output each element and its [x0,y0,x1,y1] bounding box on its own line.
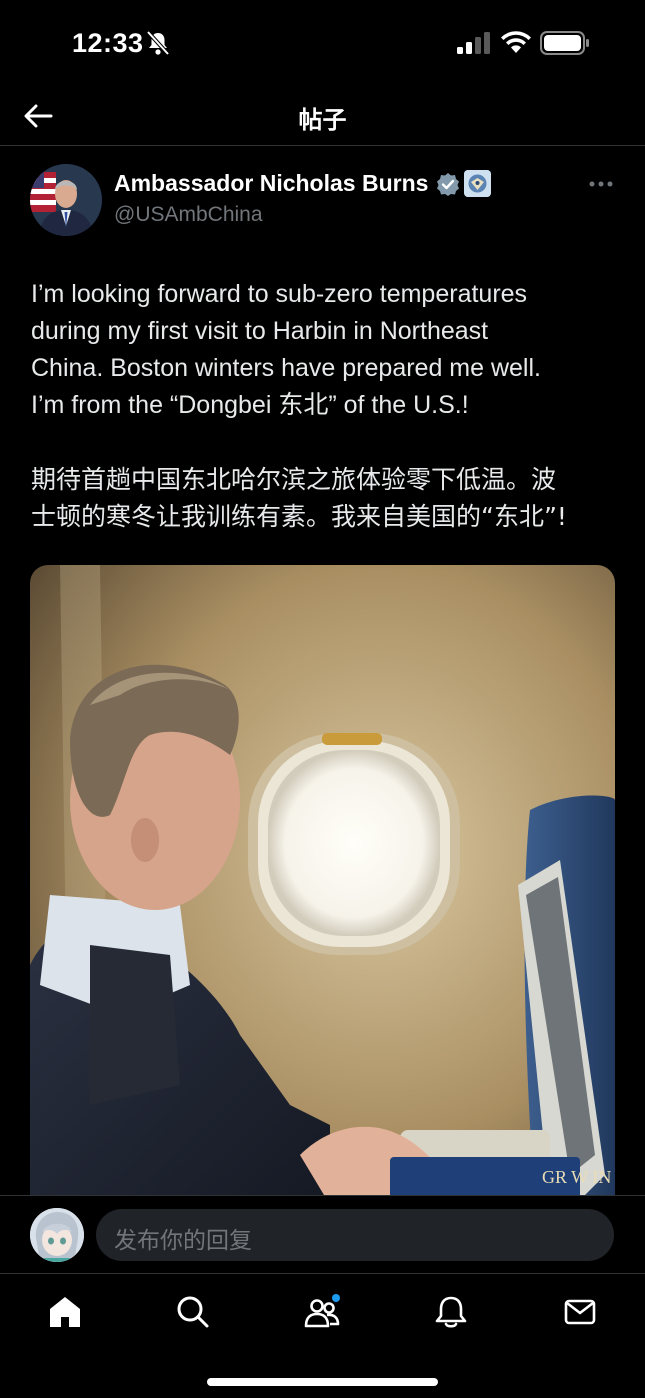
mail-icon [564,1299,596,1325]
cellular-signal-icon [457,32,490,54]
page-title: 帖子 [298,107,347,134]
wifi-icon [501,31,531,53]
author-handle[interactable]: @USAmbChina [114,203,263,227]
post-text-english: I’m looking forward to sub-zero temperat… [31,280,541,419]
tab-search[interactable] [173,1292,213,1332]
reply-bar: 发布你的回复 [0,1195,645,1273]
author-name[interactable]: Ambassador Nicholas Burns [114,170,428,197]
airplane-window-photo: GR W IN [30,565,615,1205]
tab-home[interactable] [45,1292,85,1332]
search-icon [177,1296,209,1328]
post-text: I’m looking forward to sub-zero temperat… [31,276,621,535]
bottom-tab-bar [0,1273,645,1398]
tab-notifications[interactable] [431,1292,471,1332]
author-avatar[interactable] [30,164,102,236]
reply-input[interactable]: 发布你的回复 [96,1209,614,1261]
user-avatar[interactable] [30,1208,84,1262]
affiliation-seal-icon [464,170,491,197]
tab-communities[interactable] [302,1292,342,1332]
nav-header: 帖子 [0,88,645,146]
user-avatar-image [30,1208,84,1262]
home-indicator[interactable] [207,1378,438,1386]
book-cover-text: GR W IN [542,1167,611,1187]
verified-badge-icon [437,173,459,196]
more-options-icon[interactable] [586,174,616,194]
status-bar: 12:33 [0,0,645,88]
bell-icon [435,1296,467,1328]
bell-off-icon [146,30,170,56]
status-time: 12:33 [72,28,144,58]
post-text-chinese: 期待首趟中国东北哈尔滨之旅体验零下低温。波 士顿的寒冬让我训练有素。我来自美国的… [31,465,567,531]
battery-icon [540,31,589,55]
post-image[interactable]: GR W IN [30,565,615,1205]
home-icon [50,1297,80,1327]
communities-icon [304,1294,340,1328]
author-photo [30,164,102,236]
tab-messages[interactable] [560,1292,600,1332]
